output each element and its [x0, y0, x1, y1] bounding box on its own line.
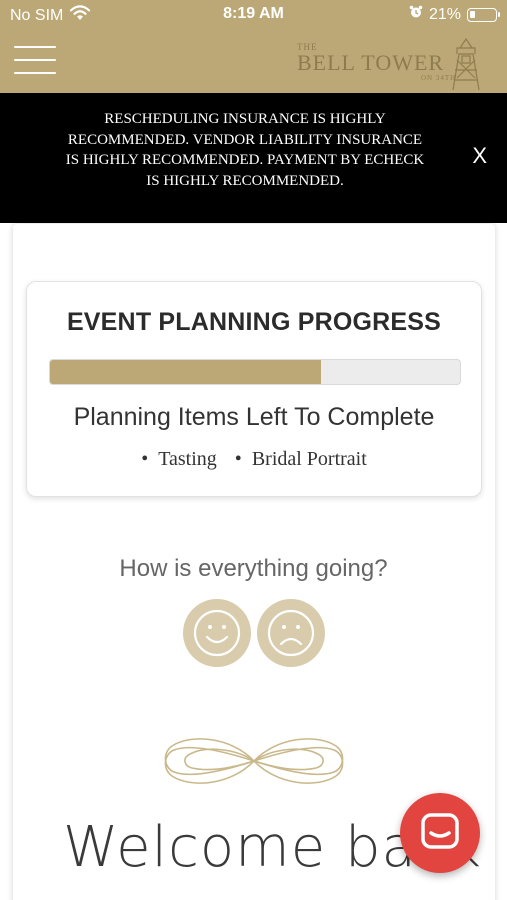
feedback-question: How is everything going? — [119, 555, 388, 582]
flourish-divider-icon — [164, 738, 344, 784]
progress-bar-fill — [50, 360, 321, 384]
battery-icon — [467, 7, 500, 22]
event-planning-progress-card: EVENT PLANNING PROGRESS Planning Items L… — [26, 281, 482, 497]
logo-name-text: BELL TOWER — [297, 50, 445, 75]
remaining-items-list: • Tasting • Bridal Portrait — [27, 448, 481, 471]
list-item: • Bridal Portrait — [234, 448, 367, 470]
bell-tower-logo[interactable]: THE BELL TOWER ON 34TH — [293, 34, 493, 90]
items-left-heading: Planning Items Left To Complete — [73, 403, 435, 431]
list-item: • Tasting — [141, 448, 217, 470]
happy-face-icon[interactable] — [183, 599, 251, 667]
chat-button[interactable] — [400, 793, 480, 873]
progress-title: EVENT PLANNING PROGRESS — [66, 308, 442, 336]
status-bar: No SIM 8:19 AM 21% — [0, 0, 507, 30]
banner-text: RESCHEDULING INSURANCE IS HIGHLY RECOMME… — [65, 111, 425, 189]
app-header: THE BELL TOWER ON 34TH — [0, 30, 507, 93]
alarm-icon — [409, 5, 423, 24]
announcement-banner: RESCHEDULING INSURANCE IS HIGHLY RECOMME… — [0, 93, 507, 223]
progress-bar — [49, 359, 461, 385]
sad-face-icon[interactable] — [257, 599, 325, 667]
battery-percent: 21% — [428, 5, 461, 23]
banner-close-button[interactable]: X — [472, 143, 487, 169]
logo-sub-text: ON 34TH — [421, 74, 457, 82]
status-right: 21% — [409, 5, 500, 24]
chat-icon — [421, 813, 459, 849]
hamburger-menu-icon[interactable] — [14, 44, 56, 76]
